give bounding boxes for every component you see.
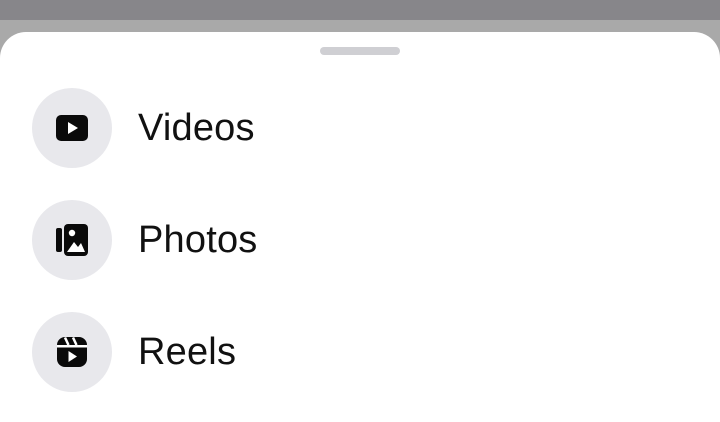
video-play-icon bbox=[56, 115, 88, 141]
reels-icon-container bbox=[32, 312, 112, 392]
menu-item-reels-label: Reels bbox=[138, 330, 237, 373]
menu-item-reels[interactable]: Reels bbox=[0, 298, 720, 406]
status-bar-background bbox=[0, 0, 720, 20]
drag-handle[interactable] bbox=[320, 47, 400, 55]
photos-icon-container bbox=[32, 200, 112, 280]
photos-icon bbox=[56, 224, 88, 256]
menu-item-videos-label: Videos bbox=[138, 106, 255, 149]
videos-icon-container bbox=[32, 88, 112, 168]
menu-item-photos[interactable]: Photos bbox=[0, 186, 720, 294]
menu-item-photos-label: Photos bbox=[138, 218, 258, 261]
reels-icon bbox=[57, 336, 87, 367]
menu-item-videos[interactable]: Videos bbox=[0, 74, 720, 182]
bottom-sheet: Videos Photos Reels bbox=[0, 32, 720, 422]
